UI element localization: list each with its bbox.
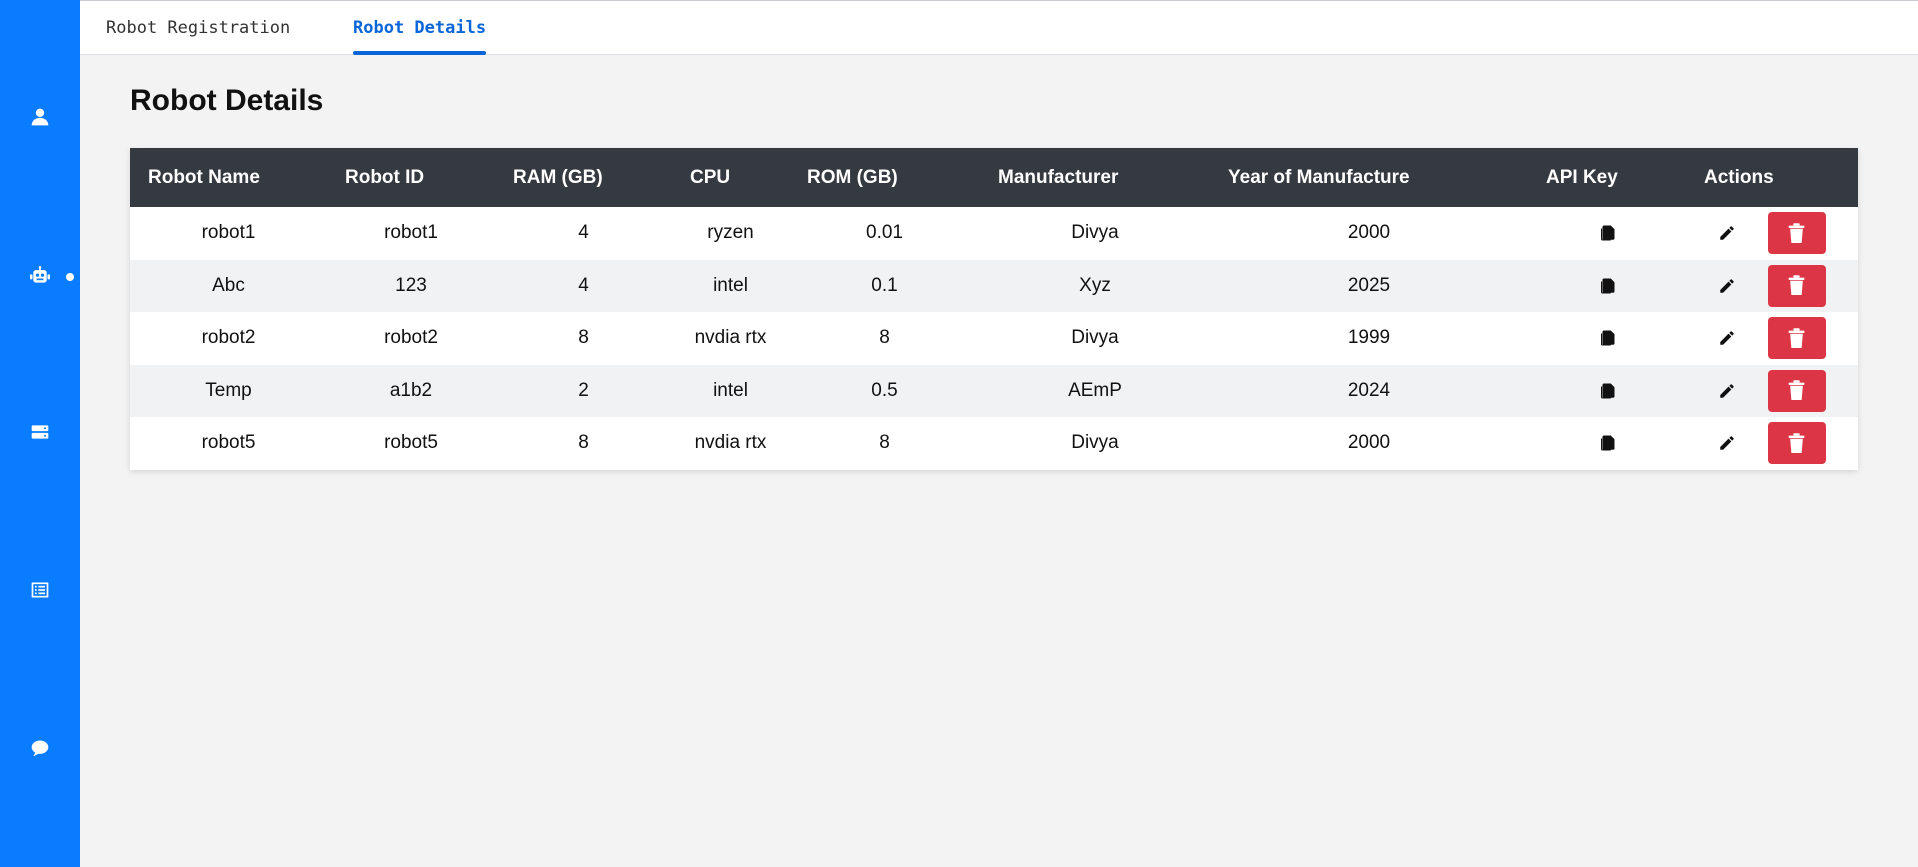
cell-actions xyxy=(1686,417,1858,470)
table-row: Abc 123 4 intel 0.1 Xyz 2025 xyxy=(130,259,1858,313)
trash-icon xyxy=(1788,380,1805,401)
cell-actions xyxy=(1686,260,1858,313)
tab-robot-details[interactable]: Robot Details xyxy=(353,1,487,55)
cell-robot-id: robot2 xyxy=(384,327,438,349)
header-robot-name: Robot Name xyxy=(148,166,260,188)
active-indicator-dot xyxy=(66,273,74,281)
cell-api-key xyxy=(1528,260,1686,313)
copy-icon[interactable] xyxy=(1598,329,1616,347)
cell-manufacturer: Divya xyxy=(1071,222,1119,244)
cell-ram: 2 xyxy=(578,379,589,401)
cell-robot-id: a1b2 xyxy=(389,379,433,401)
delete-button[interactable] xyxy=(1767,317,1826,360)
header-robot-id: Robot ID xyxy=(345,166,425,188)
trash-icon xyxy=(1788,327,1805,348)
cell-actions xyxy=(1686,312,1858,365)
cell-ram: 4 xyxy=(578,274,589,296)
delete-button[interactable] xyxy=(1767,422,1826,465)
copy-icon[interactable] xyxy=(1598,224,1616,242)
edit-icon[interactable] xyxy=(1718,434,1736,452)
user-icon[interactable] xyxy=(0,97,80,137)
trash-icon xyxy=(1788,275,1805,296)
cell-year: 2000 xyxy=(1347,222,1391,244)
header-rom: ROM (GB) xyxy=(807,166,898,188)
table-header-row: Robot Name Robot ID RAM (GB) CPU ROM (GB… xyxy=(130,148,1858,207)
cell-ram: 8 xyxy=(578,327,589,349)
cell-api-key xyxy=(1528,365,1686,418)
cell-year: 1999 xyxy=(1347,327,1391,349)
cell-api-key xyxy=(1528,312,1686,365)
cell-manufacturer: Divya xyxy=(1071,327,1119,349)
cell-robot-name: robot1 xyxy=(201,222,256,244)
trash-icon xyxy=(1788,222,1805,243)
cell-actions xyxy=(1686,365,1858,418)
copy-icon[interactable] xyxy=(1598,277,1616,295)
page-title: Robot Details xyxy=(130,84,324,117)
cell-ram: 4 xyxy=(578,222,589,244)
cell-rom: 8 xyxy=(879,327,890,349)
header-manufacturer: Manufacturer xyxy=(998,166,1119,188)
cell-cpu: ryzen xyxy=(707,222,754,244)
server-icon[interactable] xyxy=(0,412,80,452)
header-ram: RAM (GB) xyxy=(513,166,603,188)
cell-rom: 0.1 xyxy=(871,274,898,296)
cell-robot-id: robot1 xyxy=(384,222,438,244)
cell-robot-id: robot5 xyxy=(384,432,438,454)
robot-table: Robot Name Robot ID RAM (GB) CPU ROM (GB… xyxy=(130,148,1858,470)
top-tab-bar: Robot Registration Robot Details xyxy=(80,0,1918,55)
edit-icon[interactable] xyxy=(1718,224,1736,242)
cell-cpu: intel xyxy=(713,274,748,296)
tab-robot-registration[interactable]: Robot Registration xyxy=(106,1,290,55)
cell-cpu: nvdia rtx xyxy=(694,327,767,349)
delete-button[interactable] xyxy=(1767,369,1826,412)
table-row: robot5 robot5 8 nvdia rtx 8 Divya 2000 xyxy=(130,417,1858,470)
header-year: Year of Manufacture xyxy=(1228,166,1410,188)
cell-manufacturer: AEmP xyxy=(1068,379,1122,401)
cell-rom: 0.01 xyxy=(866,222,903,244)
list-icon[interactable] xyxy=(0,570,80,610)
header-cpu: CPU xyxy=(690,166,731,188)
table-row: robot2 robot2 8 nvdia rtx 8 Divya 1999 xyxy=(130,312,1858,365)
edit-icon[interactable] xyxy=(1718,382,1736,400)
cell-robot-name: Abc xyxy=(212,274,245,296)
cell-manufacturer: Divya xyxy=(1071,432,1119,454)
edit-icon[interactable] xyxy=(1718,329,1736,347)
copy-icon[interactable] xyxy=(1598,382,1616,400)
table-row: Temp a1b2 2 intel 0.5 AEmP 2024 xyxy=(130,364,1858,418)
sidebar xyxy=(0,0,80,867)
cell-robot-name: robot2 xyxy=(201,327,256,349)
header-actions: Actions xyxy=(1704,166,1774,188)
copy-icon[interactable] xyxy=(1598,434,1616,452)
cell-robot-id: 123 xyxy=(395,274,427,296)
cell-rom: 0.5 xyxy=(871,379,898,401)
cell-rom: 8 xyxy=(879,432,890,454)
edit-icon[interactable] xyxy=(1718,277,1736,295)
delete-button[interactable] xyxy=(1767,264,1826,307)
cell-cpu: nvdia rtx xyxy=(694,432,767,454)
cell-cpu: intel xyxy=(713,379,748,401)
cell-year: 2024 xyxy=(1347,379,1391,401)
table-row: robot1 robot1 4 ryzen 0.01 Divya 2000 xyxy=(130,207,1858,260)
cell-api-key xyxy=(1528,417,1686,470)
header-api-key: API Key xyxy=(1546,166,1618,188)
cell-manufacturer: Xyz xyxy=(1079,274,1111,296)
cell-year: 2025 xyxy=(1347,274,1391,296)
trash-icon xyxy=(1788,432,1805,453)
cell-year: 2000 xyxy=(1347,432,1391,454)
cell-robot-name: robot5 xyxy=(201,432,256,454)
delete-button[interactable] xyxy=(1767,212,1826,255)
cell-ram: 8 xyxy=(578,432,589,454)
cell-actions xyxy=(1686,207,1858,260)
chat-icon[interactable] xyxy=(0,728,80,768)
cell-api-key xyxy=(1528,207,1686,260)
cell-robot-name: Temp xyxy=(205,379,252,401)
